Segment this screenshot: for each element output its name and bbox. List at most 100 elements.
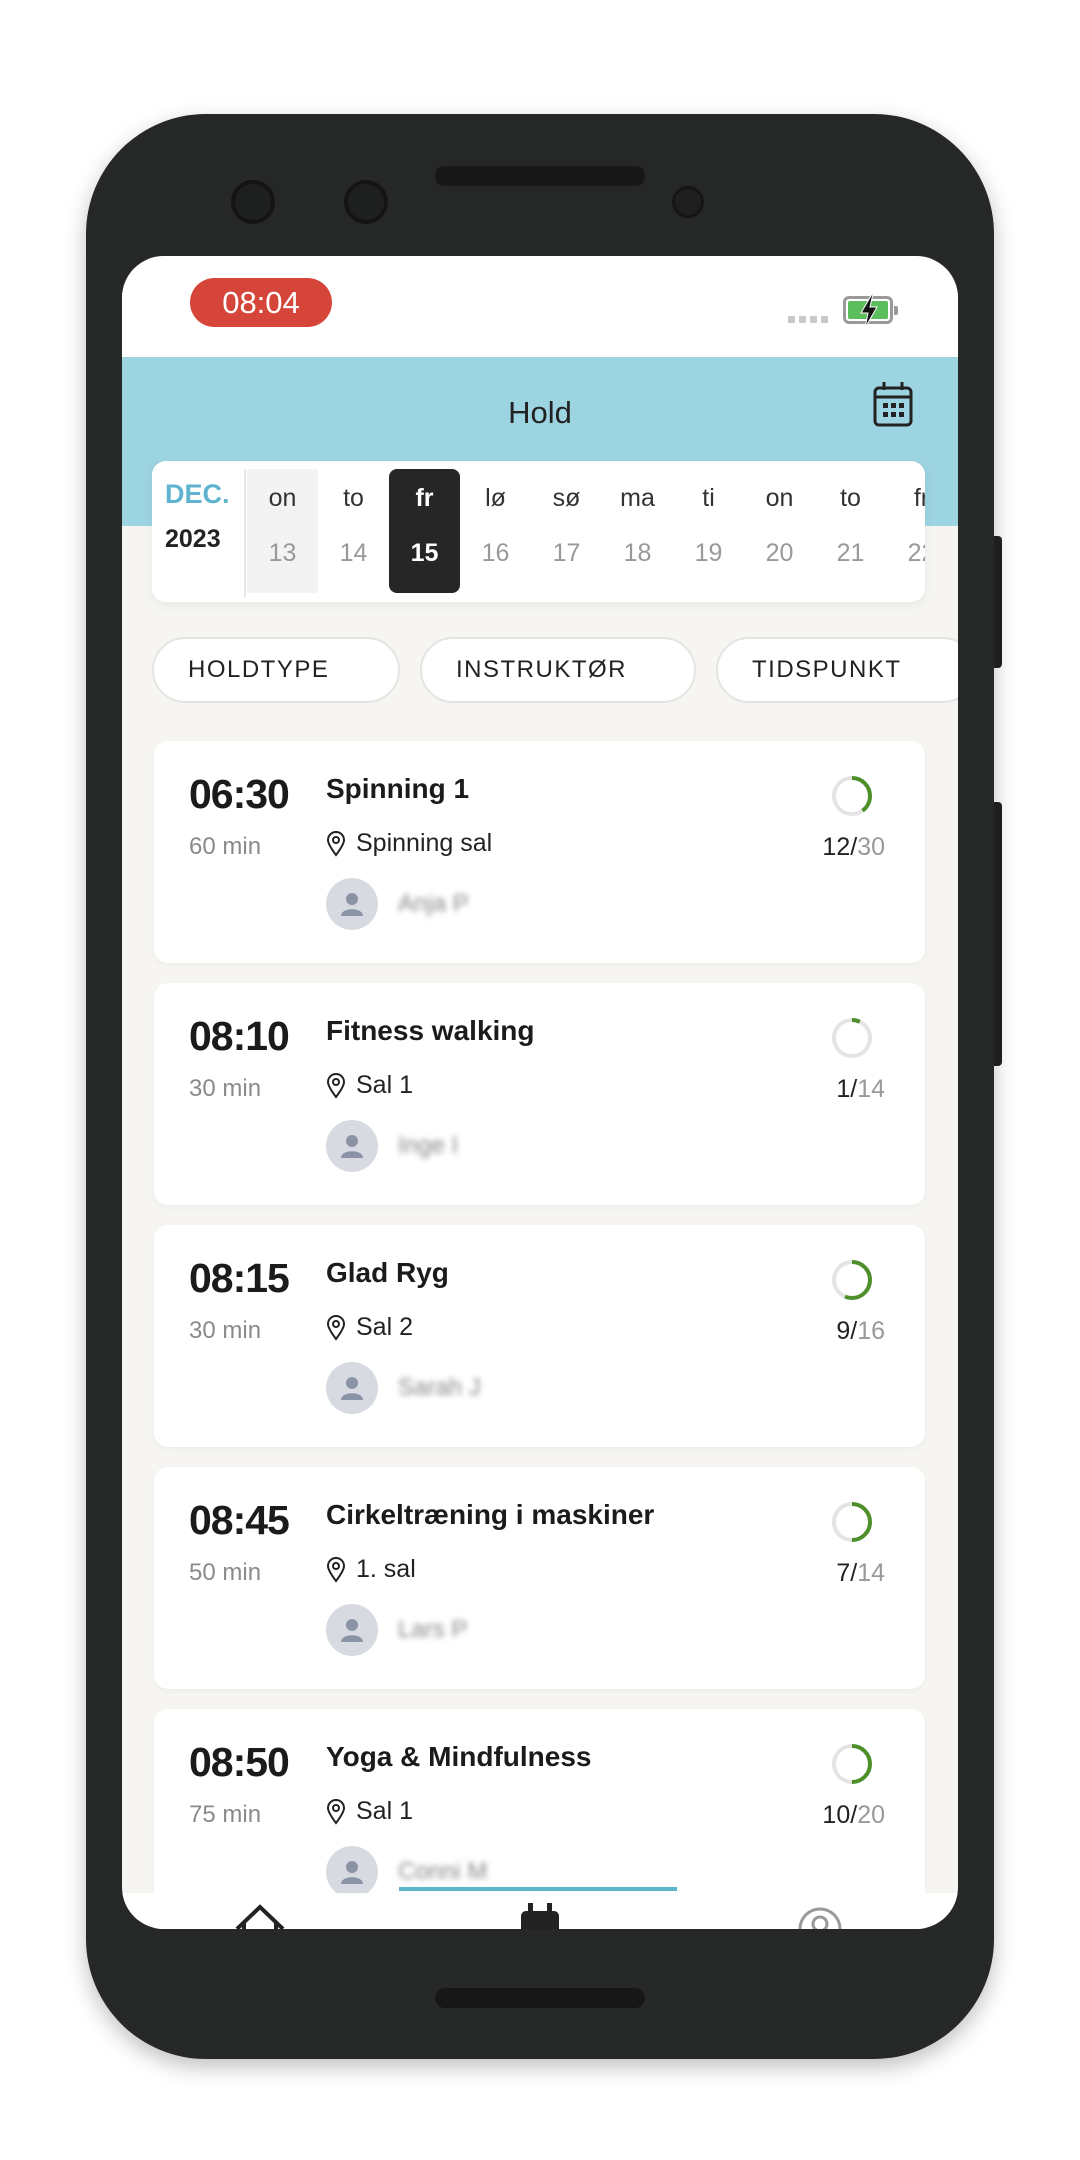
day-13[interactable]: on 13 [247,469,318,593]
day-number: 16 [481,539,510,567]
class-card[interactable]: 08:15 30 min Glad Ryg Sal 2 Sarah J 9/16 [154,1225,925,1447]
capacity-ring [832,1502,872,1542]
filter-holdtype[interactable]: HOLDTYPE [152,637,400,703]
ring-track [832,1018,872,1058]
instructor-name: Anja P [398,890,469,917]
capacity-count: 14 [857,1075,885,1103]
signal-dots-icon [788,316,828,323]
day-21[interactable]: to 21 [815,469,886,593]
camera-icon [231,180,275,224]
location-pin-icon [326,1798,346,1825]
day-name: to [840,484,861,512]
app-screen: 08:04 Hold DEC. 2023 on 13 to 14 fr 15 lø 16 sø [122,256,958,1929]
booking-count: 10/20 [822,1801,885,1829]
location-text: Sal 2 [356,1313,413,1341]
location-pin-icon [326,1314,346,1341]
nav-home[interactable] [230,1903,290,1929]
day-number: 14 [339,539,368,567]
class-title: Glad Ryg [326,1257,449,1288]
calendar-icon [521,1903,559,1929]
day-16[interactable]: lø 16 [460,469,531,593]
day-number: 18 [623,539,652,567]
calendar-button[interactable] [873,381,913,427]
power-button [994,536,1002,668]
class-title: Yoga & Mindfulness [326,1741,592,1772]
calendar-icon [873,382,913,427]
day-18[interactable]: ma 18 [602,469,673,593]
class-time: 06:30 [189,771,290,817]
class-card[interactable]: 06:30 60 min Spinning 1 Spinning sal Anja P 1… [154,741,925,963]
day-name: on [268,484,297,512]
day-17[interactable]: sø 17 [531,469,602,593]
location-pin-icon [326,830,346,857]
class-card[interactable]: 08:10 30 min Fitness walking Sal 1 Inge I 1/1… [154,983,925,1205]
class-location: Sal 1 [326,1797,413,1826]
day-number: 21 [836,539,865,567]
camera-icon [344,180,388,224]
class-card[interactable]: 08:45 50 min Cirkeltræning i maskiner 1. sa… [154,1467,925,1689]
proximity-sensor [672,186,704,218]
capacity-ring [832,776,872,816]
booking-count: 9/16 [836,1317,885,1345]
booked-count: 9 [836,1317,851,1345]
class-location: Sal 1 [326,1071,413,1100]
capacity-count: 16 [857,1317,885,1345]
class-instructor: Anja P [326,878,469,930]
capacity-count: 30 [857,833,885,861]
location-text: Spinning sal [356,829,493,857]
day-name: on [765,484,794,512]
user-icon [341,1619,363,1642]
class-time: 08:50 [189,1739,290,1785]
class-location: Spinning sal [326,829,492,858]
class-location: Sal 2 [326,1313,413,1342]
filter-bar: HOLDTYPE INSTRUKTØR TIDSPUNKT [152,637,958,703]
class-duration: 30 min [189,1075,262,1102]
page-title: Hold [508,395,572,430]
day-15[interactable]: fr 15 [389,469,460,593]
day-14[interactable]: to 14 [318,469,389,593]
date-picker: DEC. 2023 on 13 to 14 fr 15 lø 16 sø 17 ma 18 ti 19 on… [152,461,925,602]
class-title: Cirkeltræning i maskiner [326,1499,655,1530]
divider [244,469,246,597]
status-time: 08:04 [190,278,332,327]
avatar [326,878,378,930]
instructor-name: Sarah J [398,1374,481,1401]
capacity-ring [832,1744,872,1784]
capacity-count: 20 [857,1801,885,1829]
bottom-speaker [435,1988,645,2008]
month-label: DEC. [165,479,230,509]
filter-tidspunkt[interactable]: TIDSPUNKT [716,637,958,703]
battery-charging-icon [843,293,898,329]
location-pin-icon [326,1072,346,1099]
class-instructor: Lars P [326,1604,467,1656]
day-number: 13 [268,539,297,567]
user-icon [341,1135,363,1158]
day-name: to [343,484,364,512]
class-time: 08:15 [189,1255,290,1301]
nav-profile[interactable] [790,1903,850,1929]
filter-instruktor[interactable]: INSTRUKTØR [420,637,696,703]
instructor-name: Lars P [398,1616,468,1643]
year-label: 2023 [165,525,221,553]
booked-count: 7 [836,1559,851,1587]
scroll-indicator [399,1887,677,1891]
booked-count: 10 [822,1801,851,1829]
day-number: 20 [765,539,794,567]
day-20[interactable]: on 20 [744,469,815,593]
status-bar: 08:04 [122,256,958,357]
earpiece-speaker [435,166,645,186]
class-title: Fitness walking [326,1015,535,1046]
day-19[interactable]: ti 19 [673,469,744,593]
class-duration: 30 min [189,1317,262,1344]
nav-hold[interactable] [510,1903,570,1929]
day-22[interactable]: fr 22 [886,469,925,593]
location-pin-icon [326,1556,346,1583]
location-text: 1. sal [356,1555,416,1583]
booking-count: 7/14 [836,1559,885,1587]
day-number: 22 [907,539,925,567]
class-location: 1. sal [326,1555,416,1584]
day-name: fr [415,484,434,512]
booked-count: 1 [836,1075,851,1103]
class-duration: 75 min [189,1801,262,1828]
capacity-ring [832,1018,872,1058]
